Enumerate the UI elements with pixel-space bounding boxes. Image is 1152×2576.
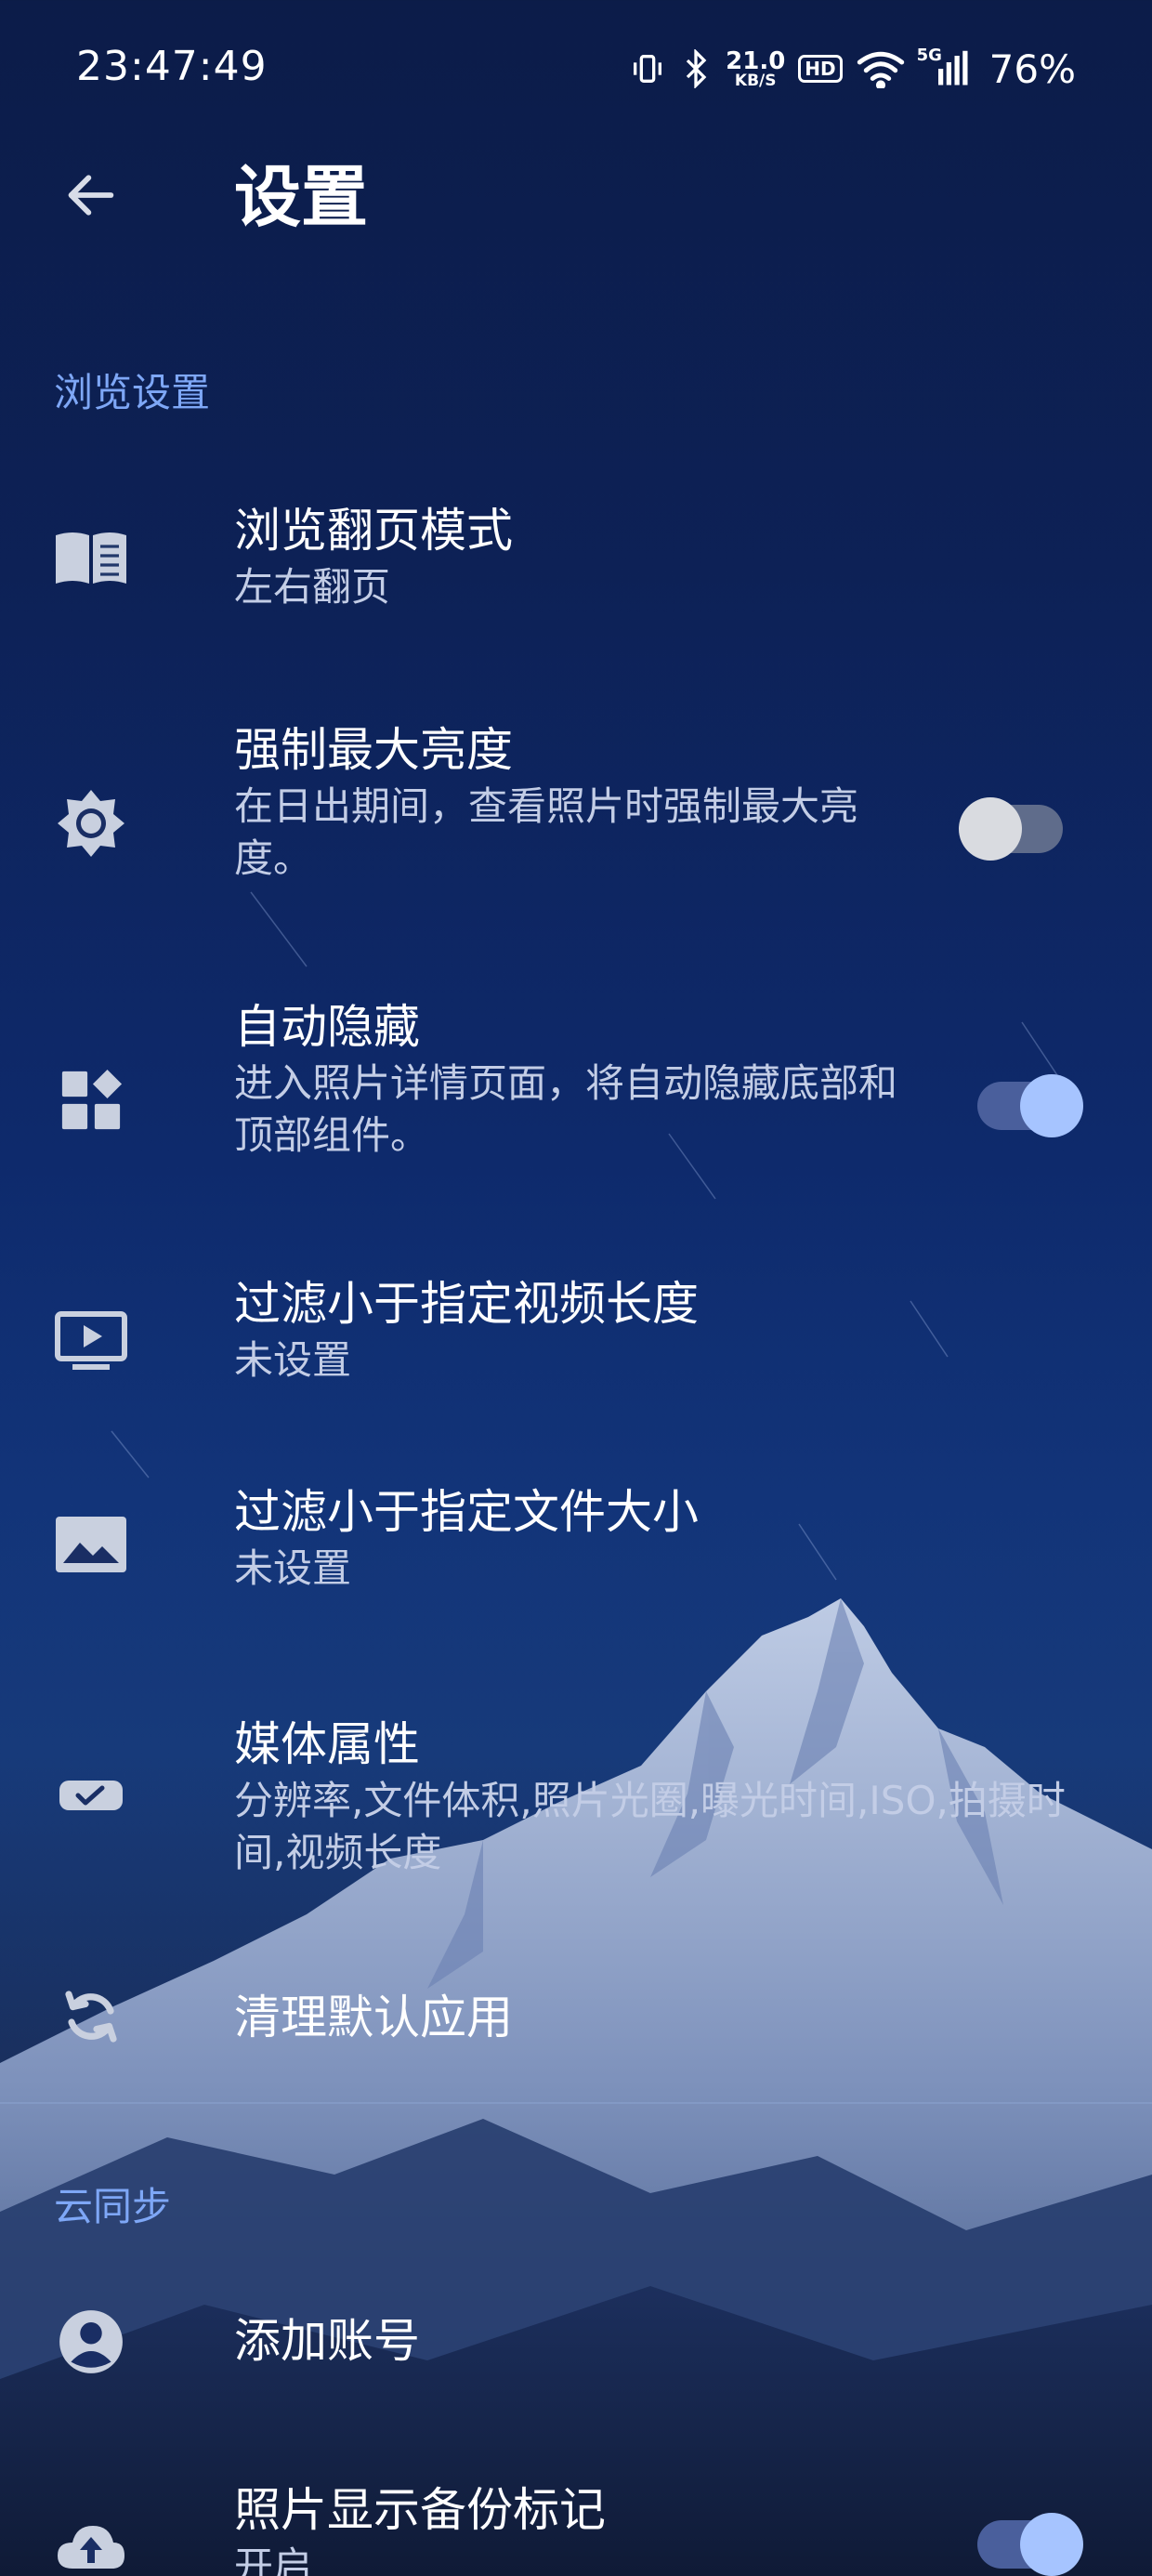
account-icon (54, 2305, 128, 2379)
wifi-icon (856, 49, 906, 88)
toggle-knob (959, 797, 1022, 861)
video-icon (54, 1305, 128, 1379)
setting-add-account[interactable]: 添加账号 (0, 2305, 1152, 2416)
sync-icon (54, 1979, 128, 2054)
setting-page-turn-mode[interactable]: 浏览翻页模式 左右翻页 (0, 483, 1152, 632)
cloud-upload-icon (54, 2509, 128, 2576)
setting-subtitle: 开启 (234, 2543, 313, 2576)
net-speed: 21.0 KB/S (726, 46, 786, 90)
setting-title: 过滤小于指定视频长度 (234, 1277, 699, 1331)
hd-badge: HD (798, 55, 843, 83)
arrow-back-icon (68, 175, 114, 216)
toggle-knob (1020, 2513, 1083, 2576)
setting-show-backup-mark[interactable]: 照片显示备份标记 开启 (0, 2472, 1152, 2576)
auto-hide-toggle[interactable] (977, 1074, 1083, 1137)
status-bar: 23:47:49 21.0 KB/S HD 5G 76% (0, 0, 1152, 139)
section-title-browse: 浏览设置 (54, 370, 211, 415)
setting-subtitle: 分辨率,文件体积,照片光圈,曝光时间,ISO,拍摄时间,视频长度 (234, 1778, 1066, 1875)
section-title-cloud-sync: 云同步 (54, 2184, 172, 2229)
brightness-icon (54, 786, 128, 861)
setting-subtitle: 未设置 (234, 1337, 352, 1383)
toggle-knob (1020, 1074, 1083, 1137)
section-divider (0, 2102, 1152, 2104)
setting-title: 媒体属性 (234, 1717, 420, 1771)
setting-title: 过滤小于指定文件大小 (234, 1485, 699, 1539)
vibrate-icon (629, 50, 666, 87)
setting-clear-default-app[interactable]: 清理默认应用 (0, 1979, 1152, 2082)
setting-subtitle: 在日出期间，查看照片时强制最大亮度。 (234, 783, 859, 881)
setting-auto-hide[interactable]: 自动隐藏 进入照片详情页面，将自动隐藏底部和顶部组件。 (0, 985, 1152, 1171)
back-button[interactable] (54, 158, 128, 232)
setting-subtitle: 进入照片详情页面，将自动隐藏底部和顶部组件。 (234, 1060, 898, 1158)
backup-mark-toggle[interactable] (977, 2513, 1083, 2576)
setting-title: 清理默认应用 (234, 1991, 513, 2044)
label-check-icon (54, 1758, 128, 1833)
setting-title: 照片显示备份标记 (234, 2483, 606, 2537)
force-brightness-toggle[interactable] (959, 797, 1063, 861)
setting-force-max-brightness[interactable]: 强制最大亮度 在日出期间，查看照片时强制最大亮度。 (0, 708, 1152, 894)
setting-media-attributes[interactable]: 媒体属性 分辨率,文件体积,照片光圈,曝光时间,ISO,拍摄时间,视频长度 (0, 1702, 1152, 1888)
setting-subtitle: 未设置 (234, 1545, 352, 1591)
bluetooth-icon (679, 49, 713, 88)
widgets-icon (54, 1063, 128, 1137)
setting-filter-file-size[interactable]: 过滤小于指定文件大小 未设置 (0, 1483, 1152, 1632)
book-icon (54, 520, 128, 595)
setting-filter-video-length[interactable]: 过滤小于指定视频长度 未设置 (0, 1262, 1152, 1411)
setting-title: 浏览翻页模式 (234, 504, 513, 558)
image-icon (54, 1507, 128, 1582)
setting-title: 添加账号 (234, 2314, 420, 2368)
signal-icon: 5G (917, 46, 971, 88)
setting-title: 强制最大亮度 (234, 723, 513, 777)
battery-level: 76% (988, 46, 1076, 92)
setting-subtitle: 左右翻页 (234, 564, 391, 610)
status-icons: 21.0 KB/S HD 5G 76% (629, 43, 1076, 95)
setting-title: 自动隐藏 (234, 1000, 420, 1054)
status-time: 23:47:49 (76, 43, 268, 90)
page-title: 设置 (234, 158, 369, 236)
